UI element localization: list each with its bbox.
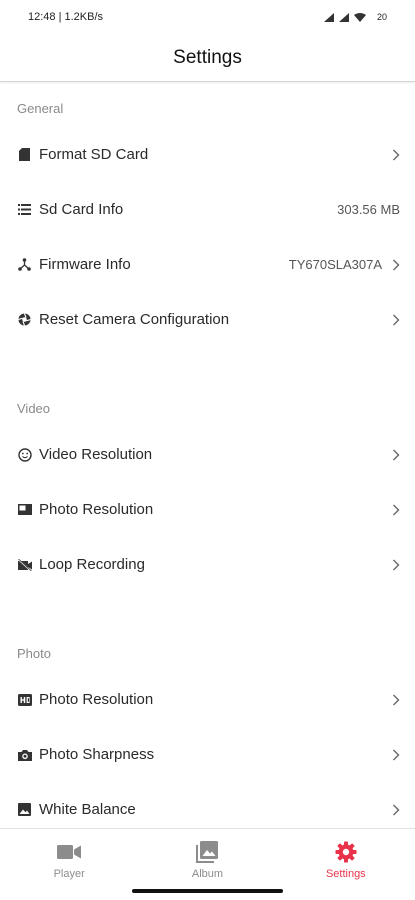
settings-list[interactable]: General Format SD Card Sd Card Info 303.…	[0, 83, 415, 828]
app-header: Settings	[0, 34, 415, 82]
setting-photo-resolution[interactable]: Photo Resolution	[0, 672, 415, 727]
setting-video-resolution[interactable]: Video Resolution	[0, 427, 415, 482]
smiley-icon	[17, 447, 32, 462]
list-icon	[17, 202, 32, 217]
photo-icon	[17, 502, 32, 517]
chevron-right-icon	[393, 559, 400, 570]
album-icon	[195, 841, 219, 863]
page-title: Settings	[173, 46, 242, 68]
chevron-right-icon	[393, 504, 400, 515]
setting-label: Video Resolution	[39, 446, 153, 463]
signal-icon	[323, 12, 334, 22]
setting-reset-camera-configuration[interactable]: Reset Camera Configuration	[0, 292, 415, 347]
setting-label: Sd Card Info	[39, 201, 124, 218]
chevron-right-icon	[393, 749, 400, 760]
loop-recording-icon	[17, 557, 32, 572]
battery-icon: 20	[376, 12, 387, 22]
setting-label: Photo Resolution	[39, 691, 154, 708]
aperture-icon	[17, 312, 32, 327]
chevron-right-icon	[393, 449, 400, 460]
setting-photo-sharpness[interactable]: Photo Sharpness	[0, 727, 415, 782]
setting-label: White Balance	[39, 801, 136, 818]
camera-icon	[17, 747, 32, 762]
video-camera-icon	[57, 841, 82, 863]
section-header-photo: Photo	[17, 646, 51, 661]
firmware-version-value: TY670SLA307A	[288, 257, 382, 272]
home-indicator[interactable]	[132, 889, 283, 893]
status-time: 12:48 | 1.2KB/s	[28, 11, 104, 23]
setting-format-sd-card[interactable]: Format SD Card	[0, 127, 415, 182]
chevron-right-icon	[393, 259, 400, 270]
wifi-icon	[353, 12, 366, 22]
signal-icon	[338, 12, 349, 22]
status-icons: 20	[323, 12, 387, 22]
setting-firmware-info[interactable]: Firmware Info TY670SLA307A	[0, 237, 415, 292]
chevron-right-icon	[393, 804, 400, 815]
gear-icon	[334, 841, 358, 863]
nav-item-settings[interactable]: Settings	[277, 829, 415, 900]
setting-label: Firmware Info	[39, 256, 131, 273]
setting-sd-card-info[interactable]: Sd Card Info 303.56 MB	[0, 182, 415, 237]
nav-label-album: Album	[191, 868, 224, 880]
status-bar: 12:48 | 1.2KB/s 20	[0, 0, 415, 34]
chevron-right-icon	[393, 314, 400, 325]
setting-loop-recording[interactable]: Loop Recording	[0, 537, 415, 592]
setting-label: Reset Camera Configuration	[39, 311, 230, 328]
chevron-right-icon	[393, 694, 400, 705]
firmware-icon	[17, 257, 32, 272]
sd-card-icon	[17, 147, 32, 162]
setting-label: Format SD Card	[39, 146, 149, 163]
nav-item-player[interactable]: Player	[0, 829, 138, 900]
nav-label-player: Player	[53, 868, 85, 880]
setting-label: Photo Resolution	[39, 501, 154, 518]
section-header-video: Video	[17, 401, 51, 416]
image-icon	[17, 802, 32, 817]
sd-card-size-value: 303.56 MB	[337, 202, 400, 217]
hd-icon	[17, 692, 32, 707]
nav-label-settings: Settings	[325, 868, 366, 880]
setting-label: Loop Recording	[39, 556, 145, 573]
setting-video-photo-resolution[interactable]: Photo Resolution	[0, 482, 415, 537]
setting-label: Photo Sharpness	[39, 746, 155, 763]
section-header-general: General	[17, 101, 64, 116]
chevron-right-icon	[393, 149, 400, 160]
setting-white-balance[interactable]: White Balance	[0, 782, 415, 828]
